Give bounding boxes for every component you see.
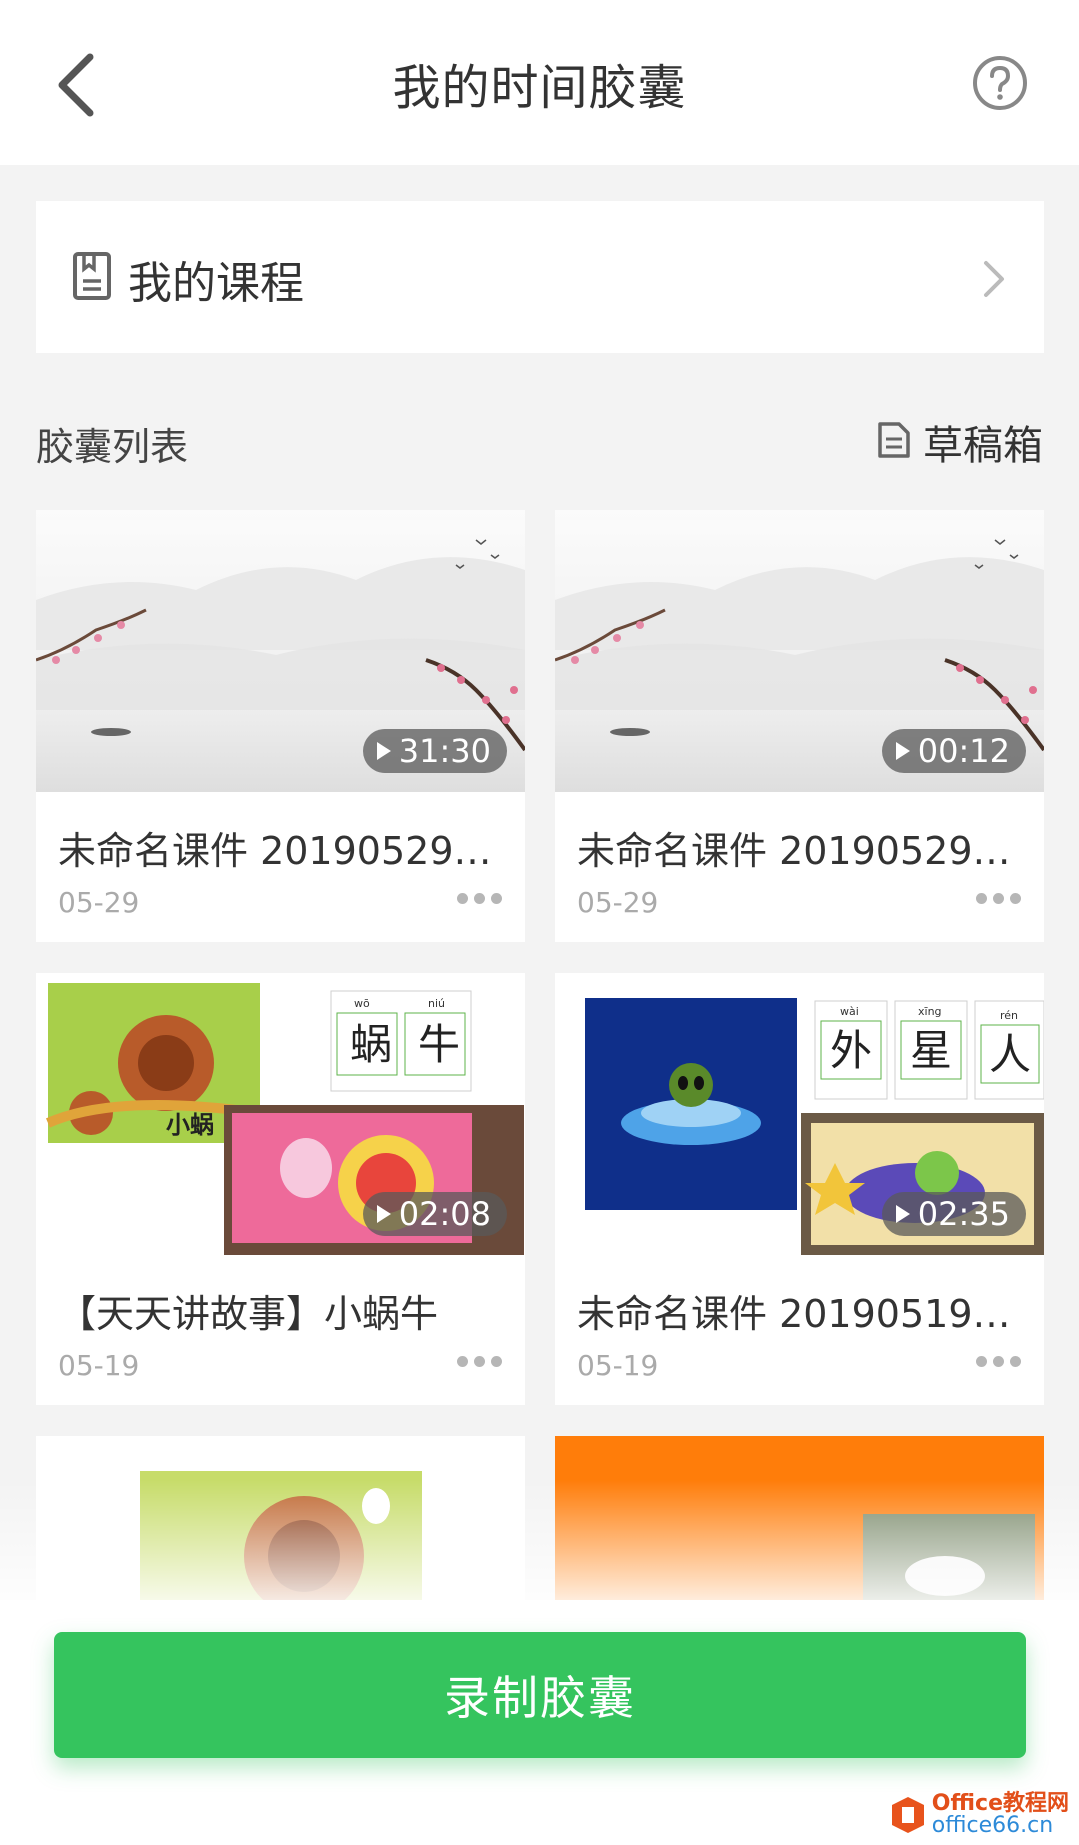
capsule-card[interactable]: 00:12 未命名课件 20190529… 05-29 [555, 510, 1044, 942]
capsule-date: 05-19 [58, 1349, 140, 1382]
hanzi-text: 蜗 [350, 1020, 392, 1069]
more-options-button[interactable] [976, 888, 1022, 908]
more-options-button[interactable] [457, 888, 503, 908]
capsule-list-title: 胶囊列表 [36, 425, 189, 469]
question-circle-icon [973, 56, 1027, 110]
pinyin-text: rén [1000, 1009, 1018, 1022]
my-courses-label: 我的课程 [128, 258, 304, 309]
duration-text: 31:30 [398, 732, 491, 770]
site-watermark: Office教程网 office66.cn [890, 1790, 1069, 1840]
capsule-title: 未命名课件 20190519… [577, 1292, 1011, 1336]
page-title: 我的时间胶囊 [392, 60, 687, 116]
capsule-date: 05-29 [58, 886, 140, 919]
dot-icon [491, 892, 502, 904]
capsule-date: 05-19 [577, 1349, 659, 1382]
hanzi-text: 外 [830, 1026, 872, 1075]
duration-badge: 02:08 [362, 1192, 507, 1236]
capsule-card[interactable]: wài xīng rén 外 星 人 02:35 未命名课件 20190519…… [555, 973, 1044, 1405]
pinyin-text: wài [840, 1005, 859, 1018]
chevron-right-icon [984, 261, 1004, 297]
play-icon [895, 1205, 910, 1223]
capsule-title: 未命名课件 20190529… [577, 829, 1011, 873]
dot-icon [474, 1355, 485, 1367]
play-icon [376, 742, 391, 760]
capsule-title: 未命名课件 20190529… [58, 829, 492, 873]
duration-text: 02:35 [917, 1195, 1010, 1233]
book-icon [73, 252, 111, 300]
drafts-button[interactable]: 草稿箱 [877, 413, 1043, 469]
pinyin-text: wō [354, 997, 370, 1010]
dot-icon [993, 1355, 1004, 1367]
dot-icon [976, 892, 987, 904]
more-options-button[interactable] [976, 1351, 1022, 1371]
dot-icon [993, 892, 1004, 904]
top-bar: 我的时间胶囊 [0, 0, 1079, 165]
play-icon [895, 742, 910, 760]
office-logo-icon [891, 1797, 924, 1833]
duration-text: 00:12 [917, 732, 1010, 770]
thumbnail-text: 小蜗 [166, 1111, 214, 1139]
capsule-title: 【天天讲故事】小蜗牛 [58, 1292, 439, 1336]
duration-badge: 00:12 [881, 729, 1026, 773]
my-courses-row[interactable]: 我的课程 [36, 201, 1044, 353]
capsule-card[interactable]: 31:30 未命名课件 20190529… 05-29 [36, 510, 525, 942]
play-icon [376, 1205, 391, 1223]
document-icon [878, 422, 910, 458]
watermark-line2: office66.cn [931, 1813, 1054, 1838]
dot-icon [457, 1355, 468, 1367]
help-button[interactable] [972, 55, 1028, 111]
capsule-date: 05-29 [577, 886, 659, 919]
dot-icon [1010, 1355, 1021, 1367]
drafts-label: 草稿箱 [923, 423, 1043, 469]
record-capsule-button[interactable]: 录制胶囊 [54, 1632, 1026, 1758]
dot-icon [474, 892, 485, 904]
hanzi-text: 星 [910, 1026, 952, 1075]
watermark-line1: Office教程网 [931, 1791, 1069, 1816]
hanzi-text: 牛 [418, 1020, 460, 1069]
hanzi-text: 人 [989, 1030, 1031, 1079]
pinyin-text: niú [428, 997, 445, 1010]
duration-badge: 31:30 [362, 729, 507, 773]
dot-icon [457, 892, 468, 904]
dot-icon [491, 1355, 502, 1367]
capsule-card[interactable]: 小蜗 wō niú 蜗 牛 02:08 【天天讲故事】小蜗牛 05-19 [36, 973, 525, 1405]
scroll-fade [0, 1480, 1079, 1620]
dot-icon [976, 1355, 987, 1367]
pinyin-text: xīng [918, 1005, 942, 1018]
duration-text: 02:08 [398, 1195, 491, 1233]
duration-badge: 02:35 [881, 1192, 1026, 1236]
dot-icon [1010, 892, 1021, 904]
more-options-button[interactable] [457, 1351, 503, 1371]
watermark-text: Office教程网 office66.cn [932, 1793, 1069, 1837]
